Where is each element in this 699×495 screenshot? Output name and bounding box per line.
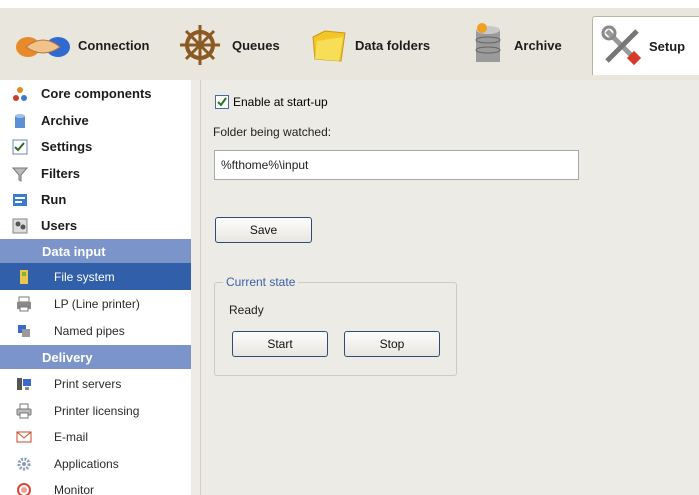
sidebar-item-archive[interactable]: Archive: [0, 107, 191, 134]
print-server-icon: [16, 376, 32, 392]
file-system-icon: [16, 269, 32, 285]
ship-wheel-icon: [180, 25, 220, 65]
sidebar-item-label: File system: [54, 269, 115, 284]
named-pipes-icon: [16, 323, 32, 339]
toolbar-data-folders[interactable]: Data folders: [309, 16, 430, 74]
sidebar-item-label: Settings: [41, 139, 93, 154]
check-icon: [217, 97, 227, 107]
sidebar-item-named-pipes[interactable]: Named pipes: [0, 317, 191, 344]
sidebar-item-filters[interactable]: Filters: [0, 160, 191, 187]
enable-startup-label: Enable at start-up: [233, 95, 328, 109]
main-toolbar: Connection Queues Data folders Archive S…: [0, 8, 699, 81]
save-button[interactable]: Save: [215, 217, 312, 243]
sidebar-item-label: Core components: [41, 86, 152, 101]
monitor-icon: [16, 482, 32, 495]
section-header-data-input: Data input: [0, 239, 191, 263]
stop-button[interactable]: Stop: [344, 331, 440, 357]
components-icon: [12, 86, 28, 102]
database-icon: [475, 23, 501, 62]
toolbar-queues[interactable]: Queues: [174, 16, 280, 74]
sidebar-item-monitor[interactable]: Monitor: [0, 476, 191, 495]
sidebar-scroll-strip: [191, 80, 200, 495]
folder-path-input[interactable]: [214, 150, 579, 180]
folder-icon: [312, 30, 346, 62]
sidebar-item-email[interactable]: E-mail: [0, 423, 191, 450]
current-state-group: Current state Ready Start Stop: [214, 275, 457, 376]
sidebar-item-file-system[interactable]: File system: [0, 263, 191, 290]
enable-startup-checkbox[interactable]: [215, 95, 229, 109]
sidebar-item-users[interactable]: Users: [0, 212, 191, 239]
sidebar-item-label: Applications: [54, 456, 119, 471]
sidebar-item-core-components[interactable]: Core components: [0, 80, 191, 107]
toolbar-archive-label: Archive: [514, 37, 562, 53]
users-icon: [12, 218, 28, 234]
toolbar-setup[interactable]: Setup: [592, 16, 699, 75]
sidebar-item-label: Printer licensing: [54, 403, 140, 418]
enable-startup-row[interactable]: Enable at start-up: [215, 95, 328, 109]
sidebar-item-label: Print servers: [54, 376, 122, 391]
sidebar-item-settings[interactable]: Settings: [0, 133, 191, 160]
envelope-icon: [16, 429, 32, 445]
sidebar-item-print-servers[interactable]: Print servers: [0, 370, 191, 397]
sidebar-item-line-printer[interactable]: LP (Line printer): [0, 290, 191, 317]
checklist-icon: [12, 139, 28, 155]
run-icon: [12, 192, 28, 208]
state-text: Ready: [229, 303, 264, 317]
toolbar-archive[interactable]: Archive: [468, 16, 562, 74]
sidebar-item-label: Users: [41, 218, 78, 233]
current-state-title: Current state: [223, 275, 299, 289]
toolbar-setup-label: Setup: [649, 38, 686, 54]
sidebar-item-printer-licensing[interactable]: Printer licensing: [0, 397, 191, 424]
toolbar-data-folders-label: Data folders: [355, 37, 431, 53]
sidebar: Core components Archive Settings Filters…: [0, 80, 201, 495]
sidebar-item-label: LP (Line printer): [54, 296, 140, 311]
start-button[interactable]: Start: [232, 331, 328, 357]
sidebar-item-label: Named pipes: [54, 323, 125, 338]
gear-icon: [16, 456, 32, 472]
funnel-icon: [12, 166, 28, 182]
sidebar-item-label: Filters: [41, 166, 81, 181]
database-icon: [12, 113, 28, 129]
handshake-icon: [16, 37, 70, 57]
sidebar-item-applications[interactable]: Applications: [0, 450, 191, 477]
tools-icon: [601, 25, 642, 66]
folder-label: Folder being watched:: [213, 125, 332, 139]
printer-icon: [16, 403, 32, 419]
sidebar-item-label: Monitor: [54, 482, 95, 495]
toolbar-connection[interactable]: Connection: [14, 16, 150, 74]
sidebar-item-label: Run: [41, 192, 67, 207]
sidebar-item-run[interactable]: Run: [0, 186, 191, 213]
toolbar-connection-label: Connection: [78, 37, 150, 53]
file-system-settings-panel: Enable at start-up Folder being watched:…: [201, 80, 699, 495]
sidebar-item-label: Archive: [41, 113, 89, 128]
section-header-delivery: Delivery: [0, 345, 191, 369]
toolbar-queues-label: Queues: [232, 37, 280, 53]
line-printer-icon: [16, 296, 32, 312]
sidebar-item-label: E-mail: [54, 429, 89, 444]
